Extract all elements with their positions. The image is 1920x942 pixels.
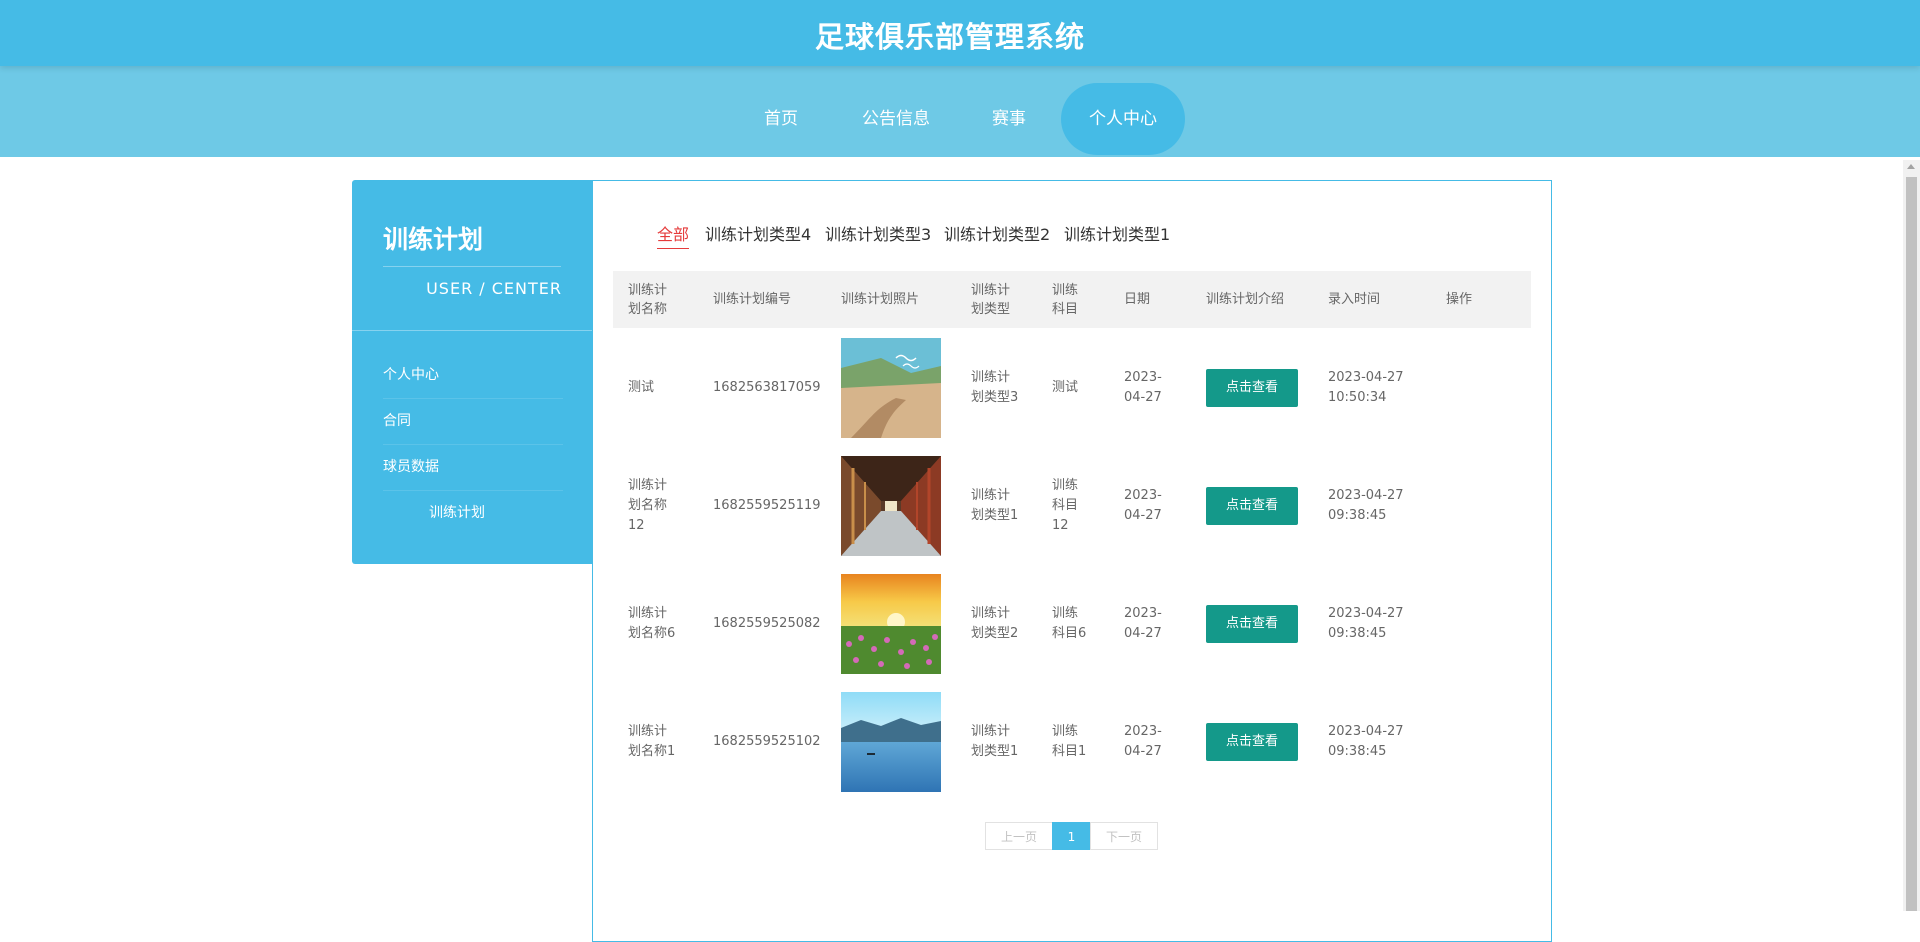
cell-name: 训练计 划名称 12	[628, 478, 668, 533]
column-header-subject: 训练 科目	[1052, 283, 1079, 317]
cell-name: 训练计 划名称1	[628, 724, 676, 759]
category-tab-type2[interactable]: 训练计划类型2	[944, 221, 1050, 245]
column-header-created: 录入时间	[1328, 292, 1381, 307]
category-tab-type3[interactable]: 训练计划类型3	[825, 221, 931, 245]
view-intro-button[interactable]: 点击查看	[1206, 369, 1298, 407]
column-header-name: 训练计 划名称	[628, 283, 668, 317]
sidebar-item-contract[interactable]: 合同	[383, 399, 563, 445]
column-header-action: 操作	[1446, 292, 1473, 307]
photo-thumbnail[interactable]	[841, 338, 941, 438]
cell-date: 2023- 04-27	[1124, 724, 1162, 759]
cell-type: 训练计 划类型1	[971, 724, 1019, 759]
column-header-type: 训练计 划类型	[971, 283, 1011, 317]
photo-blue-lake	[841, 692, 941, 792]
cell-created: 2023-04-27 10:50:34	[1328, 370, 1404, 405]
sidebar-divider	[352, 330, 592, 331]
photo-canyon-river	[841, 338, 941, 438]
sidebar-divider	[383, 266, 561, 267]
cell-subject: 测试	[1052, 380, 1079, 395]
cell-name: 训练计 划名称6	[628, 606, 676, 641]
cell-type: 训练计 划类型1	[971, 488, 1019, 523]
cell-subject: 训练 科目1	[1052, 724, 1087, 759]
nav-home[interactable]: 首页	[750, 83, 812, 155]
nav-matches[interactable]: 赛事	[978, 83, 1040, 155]
main-nav: 首页 公告信息 赛事 个人中心	[0, 66, 1920, 157]
cell-type: 训练计 划类型2	[971, 606, 1019, 641]
cell-subject: 训练 科目6	[1052, 606, 1087, 641]
cell-created: 2023-04-27 09:38:45	[1328, 724, 1404, 759]
nav-personal-center[interactable]: 个人中心	[1061, 83, 1185, 155]
sidebar-title: 训练计划	[383, 225, 484, 254]
photo-temple-corridor	[841, 456, 941, 556]
photo-thumbnail[interactable]	[841, 692, 941, 792]
sidebar-subtitle: USER / CENTER	[426, 279, 562, 298]
scrollbar-thumb[interactable]	[1906, 177, 1917, 911]
pagination-next-button[interactable]: 下一页	[1090, 822, 1158, 850]
pagination-prev-button[interactable]: 上一页	[985, 822, 1053, 850]
pagination-page-1[interactable]: 1	[1052, 822, 1091, 850]
sidebar: 训练计划 USER / CENTER 个人中心 合同 球员数据 训练计划	[352, 180, 592, 564]
scroll-up-arrow-icon[interactable]	[1907, 164, 1915, 169]
photo-thumbnail[interactable]	[841, 456, 941, 556]
category-tab-type1[interactable]: 训练计划类型1	[1064, 221, 1170, 245]
cell-code: 1682563817059	[713, 380, 821, 395]
nav-announcements[interactable]: 公告信息	[855, 83, 937, 155]
cell-type: 训练计 划类型3	[971, 370, 1019, 405]
view-intro-button[interactable]: 点击查看	[1206, 487, 1298, 525]
cell-date: 2023- 04-27	[1124, 488, 1162, 523]
column-header-date: 日期	[1124, 292, 1151, 307]
cell-subject: 训练 科目 12	[1052, 478, 1079, 533]
app-header: 足球俱乐部管理系统	[0, 0, 1920, 66]
app-title: 足球俱乐部管理系统	[814, 20, 1085, 54]
cell-date: 2023- 04-27	[1124, 370, 1162, 405]
photo-sunset-flowers	[841, 574, 941, 674]
column-header-photo: 训练计划照片	[841, 292, 920, 307]
view-intro-button[interactable]: 点击查看	[1206, 605, 1298, 643]
cell-created: 2023-04-27 09:38:45	[1328, 488, 1404, 523]
cell-code: 1682559525119	[713, 498, 821, 513]
column-header-intro: 训练计划介绍	[1206, 292, 1285, 307]
column-header-code: 训练计划编号	[713, 292, 792, 307]
cell-code: 1682559525082	[713, 616, 821, 631]
cell-date: 2023- 04-27	[1124, 606, 1162, 641]
sidebar-item-player-data[interactable]: 球员数据	[383, 445, 563, 491]
cell-name: 测试	[628, 380, 655, 395]
sidebar-item-personal-center[interactable]: 个人中心	[383, 353, 563, 399]
photo-thumbnail[interactable]	[841, 574, 941, 674]
cell-created: 2023-04-27 09:38:45	[1328, 606, 1404, 641]
sidebar-item-training-plan[interactable]: 训练计划	[429, 491, 609, 536]
view-intro-button[interactable]: 点击查看	[1206, 723, 1298, 761]
category-tab-all[interactable]: 全部	[657, 221, 690, 249]
cell-code: 1682559525102	[713, 734, 821, 749]
category-tab-type4[interactable]: 训练计划类型4	[705, 221, 811, 245]
page-scrollbar[interactable]	[1903, 160, 1920, 911]
